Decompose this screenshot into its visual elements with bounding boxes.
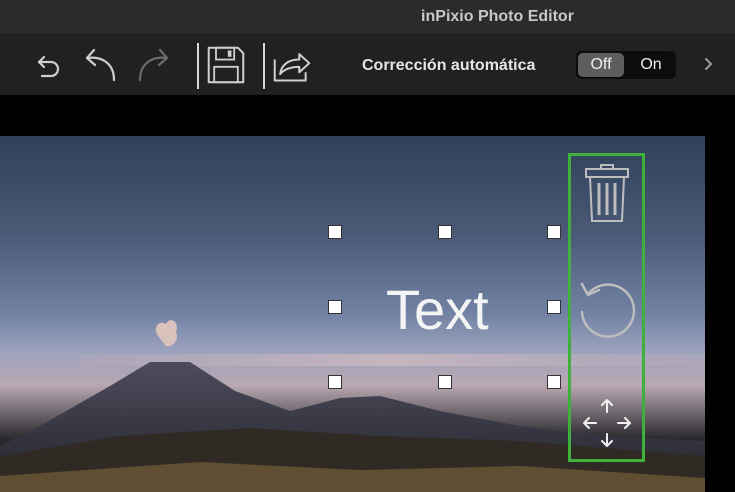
rotate-icon	[580, 282, 636, 338]
move-button[interactable]	[580, 396, 634, 450]
trash-icon	[585, 164, 629, 222]
move-arrows-icon	[583, 399, 631, 447]
toolbar-separator	[197, 43, 199, 89]
share-button[interactable]	[272, 43, 312, 87]
toolbar-separator	[263, 43, 265, 89]
resize-handle-top-left[interactable]	[328, 225, 342, 239]
auto-correction-toggle[interactable]: Off On	[576, 51, 676, 79]
redo-icon	[138, 48, 169, 82]
undo-all-button[interactable]	[28, 43, 68, 87]
text-layer[interactable]: Text	[386, 280, 489, 340]
window-title: inPixio Photo Editor	[421, 8, 574, 25]
resize-handle-bottom-left[interactable]	[328, 375, 342, 389]
resize-handle-left[interactable]	[328, 300, 342, 314]
share-icon	[273, 53, 311, 82]
resize-handle-top[interactable]	[438, 225, 452, 239]
undo-icon	[85, 48, 116, 82]
auto-correction-label: Corrección automática	[362, 57, 536, 74]
rotate-button[interactable]	[576, 278, 638, 340]
resize-handle-top-right[interactable]	[547, 225, 561, 239]
resize-handle-bottom[interactable]	[438, 375, 452, 389]
delete-button[interactable]	[583, 163, 631, 225]
chevron-right-icon	[705, 58, 712, 70]
resize-handle-bottom-right[interactable]	[547, 375, 561, 389]
toolbar: Corrección automática Off On	[0, 35, 735, 95]
undo-button[interactable]	[80, 43, 120, 87]
title-bar: inPixio Photo Editor	[0, 0, 735, 35]
save-icon	[207, 46, 245, 84]
redo-button[interactable]	[134, 43, 174, 87]
resize-handle-right[interactable]	[547, 300, 561, 314]
undo-all-icon	[37, 55, 60, 78]
toggle-on-option[interactable]: On	[628, 53, 674, 77]
save-button[interactable]	[206, 43, 246, 87]
more-button[interactable]	[700, 53, 718, 75]
toggle-off-option[interactable]: Off	[578, 53, 624, 77]
